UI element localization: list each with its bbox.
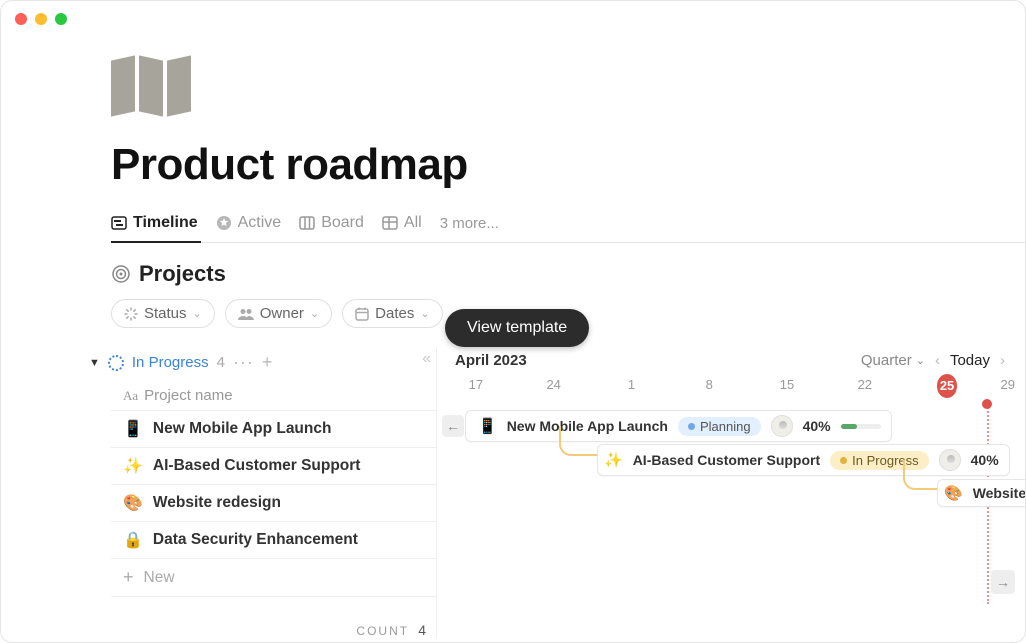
tab-label: All bbox=[404, 214, 422, 232]
palette-icon: 🎨 bbox=[944, 484, 963, 502]
lock-icon: 🔒 bbox=[123, 530, 143, 550]
close-window-icon[interactable] bbox=[15, 13, 27, 25]
timeline-date-today: 25 bbox=[937, 374, 958, 398]
timeline-date: 29 bbox=[990, 377, 1025, 398]
chevron-down-icon: ⌄ bbox=[420, 307, 429, 320]
row-title: Website redesign bbox=[153, 494, 281, 512]
progress-pct: 40% bbox=[971, 452, 999, 468]
target-icon bbox=[111, 264, 131, 284]
timeline-date: 8 bbox=[670, 377, 748, 398]
more-views-label: 3 more... bbox=[440, 215, 499, 232]
timeline-month: April 2023 bbox=[455, 352, 527, 369]
chip-label: Owner bbox=[260, 305, 304, 322]
group-header[interactable]: ▼ In Progress 4 ··· + bbox=[89, 348, 436, 377]
add-new-row[interactable]: + New bbox=[111, 558, 436, 597]
timeline-today-button[interactable]: Today bbox=[950, 352, 990, 369]
plus-icon: + bbox=[123, 567, 134, 588]
table-row[interactable]: ✨ AI-Based Customer Support bbox=[111, 447, 436, 484]
calendar-icon bbox=[355, 307, 369, 321]
filter-owner[interactable]: Owner ⌄ bbox=[225, 299, 332, 328]
mobile-phone-icon: 📱 bbox=[123, 419, 143, 439]
page-icon bbox=[111, 55, 1025, 122]
triangle-down-icon: ▼ bbox=[89, 357, 100, 369]
timeline-scale-select[interactable]: Quarter ⌄ bbox=[861, 352, 925, 369]
status-badge: Planning bbox=[678, 417, 761, 436]
table-row[interactable]: 🎨 Website redesign bbox=[111, 484, 436, 521]
column-header-label: Project name bbox=[144, 387, 232, 404]
add-item-icon[interactable]: + bbox=[262, 352, 273, 373]
group-count: 4 bbox=[217, 354, 225, 371]
tab-active[interactable]: Active bbox=[216, 214, 282, 232]
maximize-window-icon[interactable] bbox=[55, 13, 67, 25]
filter-status[interactable]: Status ⌄ bbox=[111, 299, 215, 328]
card-back-button[interactable]: ← bbox=[442, 415, 464, 437]
dependency-connector bbox=[559, 426, 599, 456]
timeline-date: 1 bbox=[593, 377, 671, 398]
more-options-icon[interactable]: ··· bbox=[233, 352, 254, 373]
view-template-button[interactable]: View template bbox=[445, 309, 589, 347]
mobile-phone-icon: 📱 bbox=[478, 417, 497, 435]
tab-all[interactable]: All bbox=[382, 214, 422, 232]
chevron-down-icon: ⌄ bbox=[310, 307, 319, 320]
timeline-icon bbox=[111, 215, 127, 231]
timeline-prev-button[interactable]: ‹ bbox=[933, 352, 942, 369]
row-title: Data Security Enhancement bbox=[153, 531, 358, 549]
people-icon bbox=[238, 308, 254, 320]
board-icon bbox=[299, 215, 315, 231]
table-row[interactable]: 🔒 Data Security Enhancement bbox=[111, 521, 436, 558]
timeline-card[interactable]: ← 📱 New Mobile App Launch Planning 40% bbox=[465, 410, 892, 442]
view-tabs: Timeline Active Board All 3 more... bbox=[111, 214, 1025, 243]
chevron-down-icon: ⌄ bbox=[916, 354, 925, 367]
sparkles-icon: ✨ bbox=[123, 456, 143, 476]
timeline-dates: 17 24 1 8 15 22 25 29 bbox=[437, 369, 1025, 404]
in-progress-status-icon bbox=[108, 355, 124, 371]
tab-label: Active bbox=[238, 214, 282, 232]
text-property-icon: Aa bbox=[123, 388, 138, 404]
now-indicator-dot bbox=[982, 399, 992, 409]
sparkles-icon: ✨ bbox=[604, 451, 623, 469]
new-label: New bbox=[144, 569, 175, 587]
chip-label: Status bbox=[144, 305, 187, 322]
more-views[interactable]: 3 more... bbox=[440, 215, 499, 232]
avatar bbox=[771, 415, 793, 437]
chevron-down-icon: ⌄ bbox=[193, 307, 202, 320]
tab-timeline[interactable]: Timeline bbox=[111, 214, 198, 232]
progress-pct: 40% bbox=[803, 418, 831, 434]
page-title: Product roadmap bbox=[111, 140, 1025, 190]
timeline-date: 24 bbox=[515, 377, 593, 398]
column-header: Aa Project name bbox=[111, 381, 436, 410]
palette-icon: 🎨 bbox=[123, 493, 143, 513]
tab-label: Board bbox=[321, 214, 364, 232]
progress-bar bbox=[841, 424, 881, 429]
filter-dates[interactable]: Dates ⌄ bbox=[342, 299, 442, 328]
timeline-date: 22 bbox=[826, 377, 904, 398]
scroll-right-button[interactable]: → bbox=[991, 570, 1015, 594]
row-title: New Mobile App Launch bbox=[153, 420, 332, 438]
table-icon bbox=[382, 215, 398, 231]
minimize-window-icon[interactable] bbox=[35, 13, 47, 25]
spinner-icon bbox=[124, 307, 138, 321]
count-label: COUNT bbox=[356, 624, 408, 638]
section-title: Projects bbox=[139, 261, 226, 287]
row-title: AI-Based Customer Support bbox=[153, 457, 361, 475]
card-title: AI-Based Customer Support bbox=[633, 452, 820, 468]
collapse-sidebar-button[interactable]: « bbox=[422, 350, 428, 368]
timeline-card[interactable]: 🎨 Website re bbox=[937, 479, 1025, 507]
count-value: 4 bbox=[418, 622, 426, 638]
tab-label: Timeline bbox=[133, 214, 198, 232]
star-circle-icon bbox=[216, 215, 232, 231]
timeline-date: 17 bbox=[437, 377, 515, 398]
group-name: In Progress bbox=[132, 354, 209, 371]
table-row[interactable]: 📱 New Mobile App Launch bbox=[111, 410, 436, 447]
timeline-card[interactable]: ✨ AI-Based Customer Support In Progress … bbox=[597, 444, 1010, 476]
timeline-date: 15 bbox=[748, 377, 826, 398]
window-controls bbox=[15, 13, 67, 25]
scale-label: Quarter bbox=[861, 352, 912, 369]
chip-label: Dates bbox=[375, 305, 414, 322]
count-footer: COUNT 4 bbox=[356, 622, 426, 638]
timeline-next-button[interactable]: › bbox=[998, 352, 1007, 369]
card-title: Website re bbox=[973, 485, 1025, 501]
tab-board[interactable]: Board bbox=[299, 214, 364, 232]
